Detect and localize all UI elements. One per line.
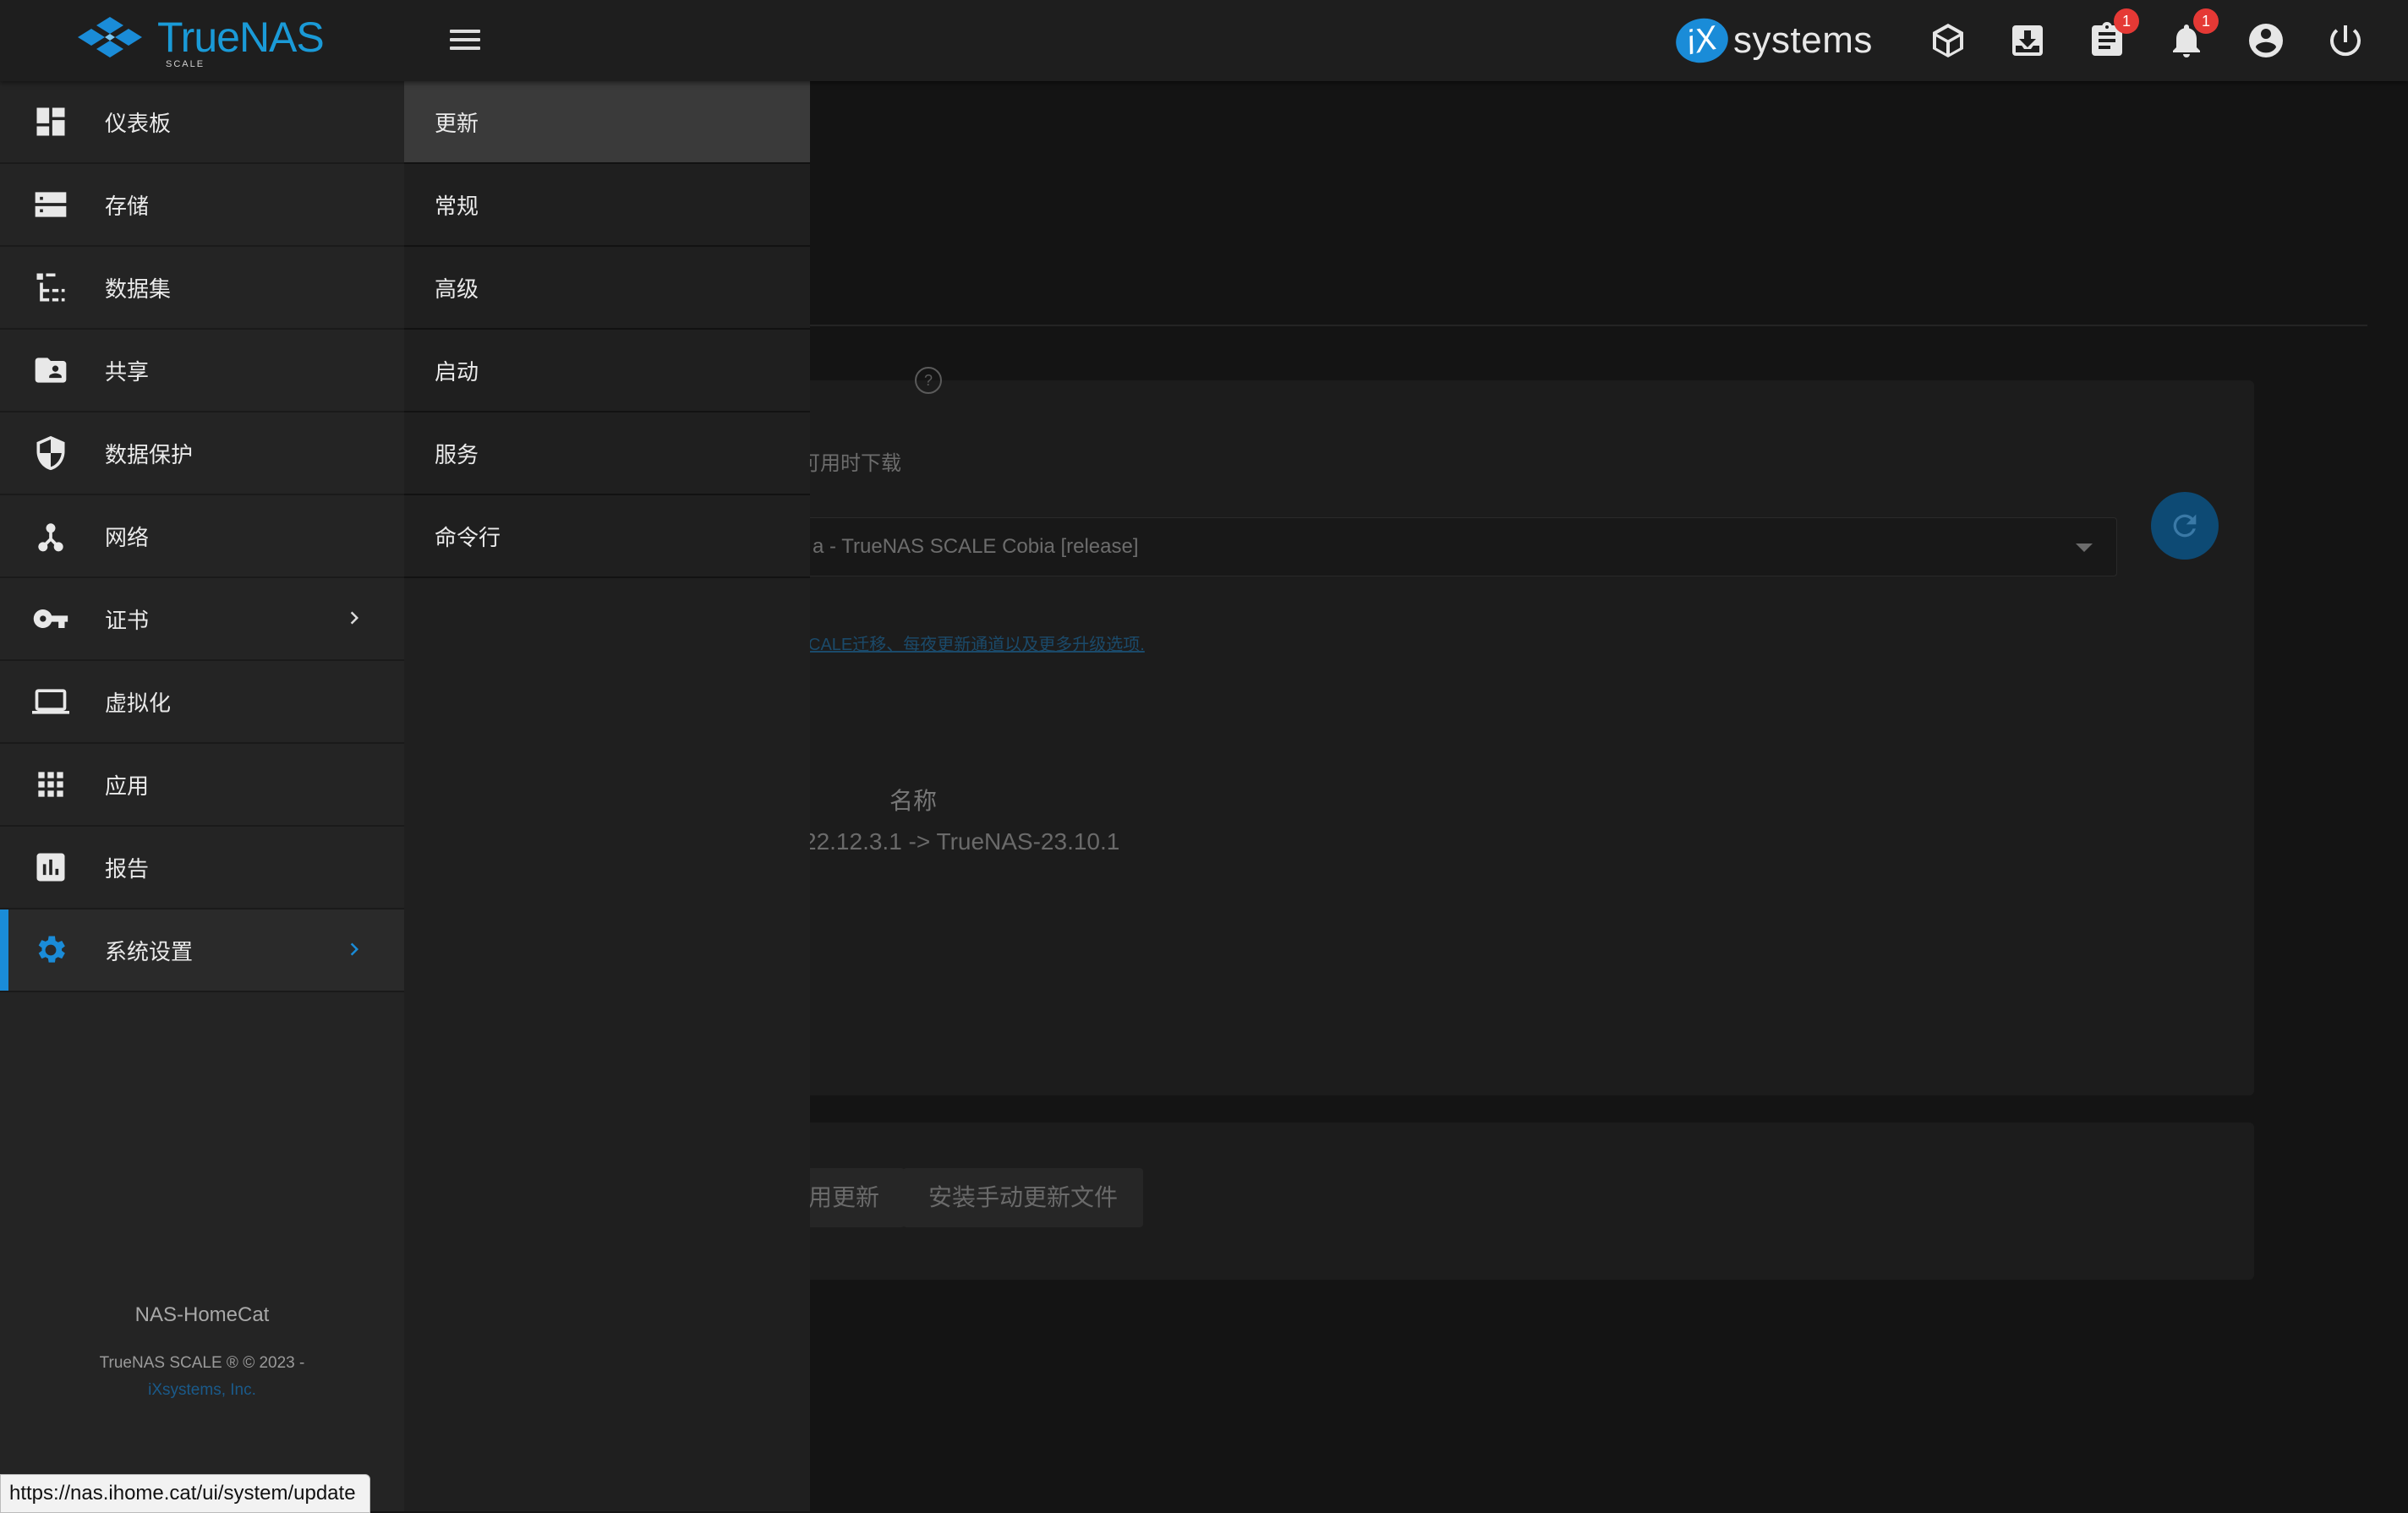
status-bar-url: https://nas.ihome.cat/ui/system/update <box>0 1474 370 1513</box>
sidebar-item-virtualization[interactable]: 虚拟化 <box>0 661 404 744</box>
train-select[interactable]: a - TrueNAS SCALE Cobia [release] <box>795 517 2117 576</box>
storage-icon <box>32 186 69 223</box>
chevron-down-icon <box>2076 543 2093 552</box>
brand-name: TrueNAS <box>157 14 325 61</box>
submenu-item-label: 更新 <box>435 111 479 136</box>
truenas-logo-icon <box>78 17 142 57</box>
refresh-icon <box>2173 514 2197 538</box>
menu-toggle-icon[interactable] <box>446 25 484 56</box>
jobs-download-icon[interactable] <box>2007 20 2048 61</box>
sidebar-item-datasets[interactable]: 数据集 <box>0 247 404 330</box>
update-settings-card <box>778 380 2254 793</box>
train-info-link[interactable]: CALE迁移、每夜更新通道以及更多升级选项. <box>808 631 1145 655</box>
sidebar-item-storage[interactable]: 存储 <box>0 164 404 247</box>
sidebar-item-label: 网络 <box>105 525 150 550</box>
ixsystems-logo[interactable]: iX systems <box>1672 12 1873 69</box>
submenu-item-update[interactable]: 更新 <box>404 81 810 164</box>
notifications-bell-icon[interactable]: 1 <box>2166 8 2219 61</box>
sidebar-item-label: 证书 <box>105 608 150 633</box>
submenu-item-shell[interactable]: 命令行 <box>404 495 810 578</box>
hostname: NAS-HomeCat <box>134 1303 270 1326</box>
chevron-right-icon <box>342 937 367 962</box>
apply-update-button[interactable]: 用更新 <box>795 1168 906 1227</box>
header-divider <box>795 325 2367 326</box>
sidebar-item-label: 报告 <box>105 856 150 882</box>
truecommand-icon[interactable] <box>1928 20 1968 61</box>
upgrade-version-text: 22.12.3.1 -> TrueNAS-23.10.1 <box>803 828 1120 855</box>
reports-icon <box>32 849 69 886</box>
sidebar-item-reports[interactable]: 报告 <box>0 827 404 909</box>
key-icon <box>32 600 69 637</box>
brand-edition: SCALE <box>166 59 205 69</box>
submenu-item-general[interactable]: 常规 <box>404 164 810 247</box>
sidebar-item-certificates[interactable]: 证书 <box>0 578 404 661</box>
sidebar-item-data-protection[interactable]: 数据保护 <box>0 412 404 495</box>
ixsystems-link[interactable]: iXsystems, Inc. <box>0 1381 404 1400</box>
laptop-icon <box>32 683 69 720</box>
system-settings-submenu: 更新 常规 高级 启动 服务 命令行 <box>404 81 810 1511</box>
submenu-item-label: 高级 <box>435 276 479 302</box>
submenu-item-label: 命令行 <box>435 525 501 550</box>
sidebar-item-system-settings[interactable]: 系统设置 <box>0 909 404 992</box>
sidebar-item-dashboard[interactable]: 仪表板 <box>0 81 404 164</box>
chevron-right-icon <box>342 605 367 631</box>
name-column-header: 名称 <box>889 788 938 814</box>
notifications-badge: 1 <box>2193 8 2219 34</box>
sidebar-item-shares[interactable]: 共享 <box>0 330 404 412</box>
sidebar: 仪表板 存储 数据集 共享 数据保护 网络 证书 虚拟化 应用 报告 系统设置 <box>0 81 404 1511</box>
sidebar-item-label: 系统设置 <box>105 939 194 964</box>
sidebar-item-network[interactable]: 网络 <box>0 495 404 578</box>
auto-download-label: 可用时下载 <box>800 452 901 475</box>
tasks-badge: 1 <box>2114 8 2139 34</box>
settings-icon <box>32 931 69 969</box>
submenu-item-boot[interactable]: 启动 <box>404 330 810 412</box>
sidebar-item-label: 共享 <box>105 359 150 385</box>
sidebar-item-label: 数据保护 <box>105 442 194 467</box>
sidebar-item-label: 存储 <box>105 194 150 219</box>
help-icon[interactable]: ? <box>915 367 942 394</box>
network-icon <box>32 517 69 554</box>
refresh-button[interactable] <box>2151 492 2219 560</box>
sidebar-item-label: 仪表板 <box>105 111 172 136</box>
submenu-item-label: 服务 <box>435 442 479 467</box>
train-select-value: a - TrueNAS SCALE Cobia [release] <box>813 535 1139 558</box>
submenu-item-label: 常规 <box>435 194 479 219</box>
sidebar-item-apps[interactable]: 应用 <box>0 744 404 827</box>
data-protection-icon <box>32 434 69 472</box>
datasets-icon <box>32 269 69 306</box>
ix-wordmark: systems <box>1733 19 1873 61</box>
shares-icon <box>32 352 69 389</box>
sidebar-item-label: 数据集 <box>105 276 172 302</box>
submenu-item-advanced[interactable]: 高级 <box>404 247 810 330</box>
manual-update-button[interactable]: 安装手动更新文件 <box>903 1168 1144 1227</box>
sidebar-item-label: 应用 <box>105 773 150 799</box>
submenu-item-services[interactable]: 服务 <box>404 412 810 495</box>
sidebar-item-label: 虚拟化 <box>105 691 172 716</box>
tasks-clipboard-icon[interactable]: 1 <box>2087 8 2139 61</box>
top-toolbar: TrueNAS SCALE iX systems 1 1 <box>0 0 2408 81</box>
account-icon[interactable] <box>2246 20 2286 61</box>
available-updates-card <box>778 739 2254 1095</box>
truenas-logo[interactable]: TrueNAS SCALE <box>74 12 325 69</box>
copyright-text: TrueNAS SCALE ® © 2023 - <box>99 1354 305 1372</box>
dashboard-icon <box>32 103 69 140</box>
submenu-item-label: 启动 <box>435 359 479 385</box>
apps-icon <box>32 766 69 803</box>
power-icon[interactable] <box>2325 20 2366 61</box>
ix-mark: iX <box>1672 14 1732 68</box>
